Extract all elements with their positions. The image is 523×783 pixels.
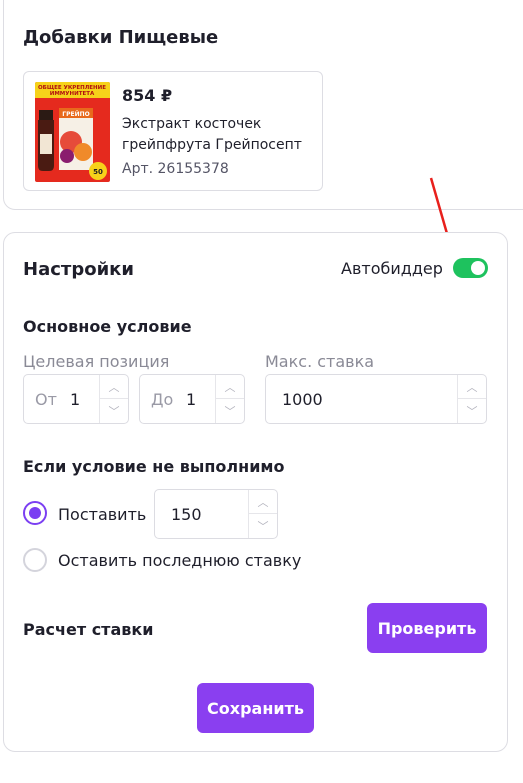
position-from-value[interactable]: 1 — [70, 390, 80, 409]
check-button[interactable]: Проверить — [367, 603, 487, 653]
position-to-stepper[interactable]: До 1 ︿ ﹀ — [139, 374, 245, 424]
from-prefix: От — [35, 390, 57, 409]
main-condition-title: Основное условие — [23, 317, 192, 336]
product-image: ОБЩЕЕ УКРЕПЛЕНИЕ ИММУНИТЕТА ГРЕЙПО 50 — [35, 82, 110, 182]
product-badge: 50 — [93, 168, 103, 176]
toggle-knob — [471, 261, 485, 275]
chevron-down-icon[interactable]: ﹀ — [216, 399, 244, 423]
fallback-bid-value[interactable]: 150 — [171, 505, 202, 524]
autobidder-label: Автобиддер — [341, 259, 443, 278]
bid-calc-label: Расчет ставки — [23, 620, 154, 639]
radio-keep-last-label[interactable]: Оставить последнюю ставку — [58, 551, 301, 570]
stepper-arrows: ︿ ﹀ — [248, 490, 277, 538]
radio-set[interactable] — [23, 501, 47, 525]
stepper-arrows: ︿ ﹀ — [99, 375, 128, 423]
chevron-up-icon[interactable]: ︿ — [216, 375, 244, 399]
chevron-down-icon[interactable]: ﹀ — [458, 399, 486, 423]
product-item[interactable]: ОБЩЕЕ УКРЕПЛЕНИЕ ИММУНИТЕТА ГРЕЙПО 50 85… — [23, 71, 323, 191]
max-bid-label: Макс. ставка — [265, 352, 375, 371]
to-prefix: До — [151, 390, 174, 409]
chevron-up-icon[interactable]: ︿ — [100, 375, 128, 399]
position-to-value[interactable]: 1 — [186, 390, 196, 409]
target-position-label: Целевая позиция — [23, 352, 170, 371]
product-name: Экстракт косточек грейпфрута Грейпосепт — [122, 116, 302, 153]
stepper-arrows: ︿ ﹀ — [215, 375, 244, 423]
svg-text:ГРЕЙПО: ГРЕЙПО — [62, 110, 89, 118]
product-article: Арт. 26155378 — [122, 161, 229, 177]
chevron-up-icon[interactable]: ︿ — [458, 375, 486, 399]
max-bid-value[interactable]: 1000 — [282, 390, 323, 409]
product-price: 854 ₽ — [122, 86, 173, 105]
radio-keep-last[interactable] — [23, 548, 47, 572]
stepper-arrows: ︿ ﹀ — [457, 375, 486, 423]
settings-title: Настройки — [23, 259, 135, 280]
chevron-down-icon[interactable]: ﹀ — [100, 399, 128, 423]
category-title: Добавки Пищевые — [23, 27, 219, 48]
max-bid-stepper[interactable]: 1000 ︿ ﹀ — [265, 374, 487, 424]
radio-set-label[interactable]: Поставить — [58, 505, 146, 524]
autobidder-toggle[interactable] — [453, 258, 488, 278]
svg-text:ИММУНИТЕТА: ИММУНИТЕТА — [50, 91, 95, 97]
chevron-up-icon[interactable]: ︿ — [249, 490, 277, 514]
chevron-down-icon[interactable]: ﹀ — [249, 514, 277, 538]
position-from-stepper[interactable]: От 1 ︿ ﹀ — [23, 374, 129, 424]
fallback-title: Если условие не выполнимо — [23, 457, 285, 476]
fallback-bid-stepper[interactable]: 150 ︿ ﹀ — [154, 489, 278, 539]
save-button[interactable]: Сохранить — [197, 683, 314, 733]
